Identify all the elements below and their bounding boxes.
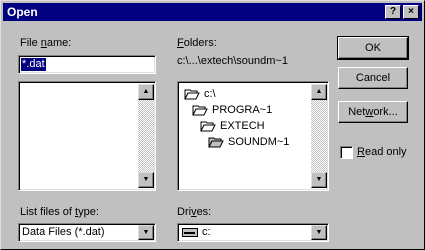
folders-label: Folders: xyxy=(177,37,217,49)
window-title: Open xyxy=(7,5,38,19)
scroll-up-button[interactable]: ▲ xyxy=(138,84,154,100)
close-icon: × xyxy=(408,6,414,17)
network-button[interactable]: Network... xyxy=(338,101,408,123)
title-bar[interactable]: Open ? × xyxy=(3,3,422,21)
file-type-select[interactable]: Data Files (*.dat) ▼ xyxy=(18,223,156,242)
cancel-button[interactable]: Cancel xyxy=(338,67,408,89)
folder-tree[interactable]: c:\ PROGRA~1 EXTECH SOUNDM~1 ▲ ▼ xyxy=(177,81,329,191)
scroll-down-button[interactable]: ▼ xyxy=(138,172,154,188)
scroll-up-button[interactable]: ▲ xyxy=(311,84,327,100)
folder-item[interactable]: c:\ xyxy=(184,86,216,102)
open-folder-icon xyxy=(200,121,216,132)
folder-item[interactable]: PROGRA~1 xyxy=(192,102,272,118)
help-button[interactable]: ? xyxy=(385,5,401,19)
drives-value: c: xyxy=(202,226,211,238)
folder-item[interactable]: EXTECH xyxy=(200,118,265,134)
file-name-label: File name: xyxy=(20,37,72,49)
open-folder-icon xyxy=(208,137,224,148)
drives-select[interactable]: c: ▼ xyxy=(177,223,329,242)
chevron-down-icon[interactable]: ▼ xyxy=(138,225,154,240)
file-type-label: List files of type: xyxy=(20,206,99,218)
ok-button[interactable]: OK xyxy=(337,36,409,60)
file-list[interactable]: ▲ ▼ xyxy=(18,81,156,191)
read-only-checkbox[interactable] xyxy=(340,146,353,159)
open-dialog: Open ? × File name: *.dat ▲ ▼ Folders: c… xyxy=(0,0,425,250)
read-only-label[interactable]: Read only xyxy=(357,146,407,158)
file-name-input[interactable]: *.dat xyxy=(18,55,156,74)
folder-item-selected[interactable]: SOUNDM~1 xyxy=(208,134,289,150)
file-name-value: *.dat xyxy=(21,58,46,71)
close-button[interactable]: × xyxy=(403,5,419,19)
current-path: c:\...\extech\soundm~1 xyxy=(177,55,288,67)
open-folder-icon xyxy=(184,89,200,100)
file-type-value: Data Files (*.dat) xyxy=(22,226,105,238)
scroll-down-button[interactable]: ▼ xyxy=(311,172,327,188)
drive-icon xyxy=(182,228,198,237)
drives-label: Drives: xyxy=(177,206,212,218)
open-folder-icon xyxy=(192,105,208,116)
chevron-down-icon[interactable]: ▼ xyxy=(311,225,327,240)
